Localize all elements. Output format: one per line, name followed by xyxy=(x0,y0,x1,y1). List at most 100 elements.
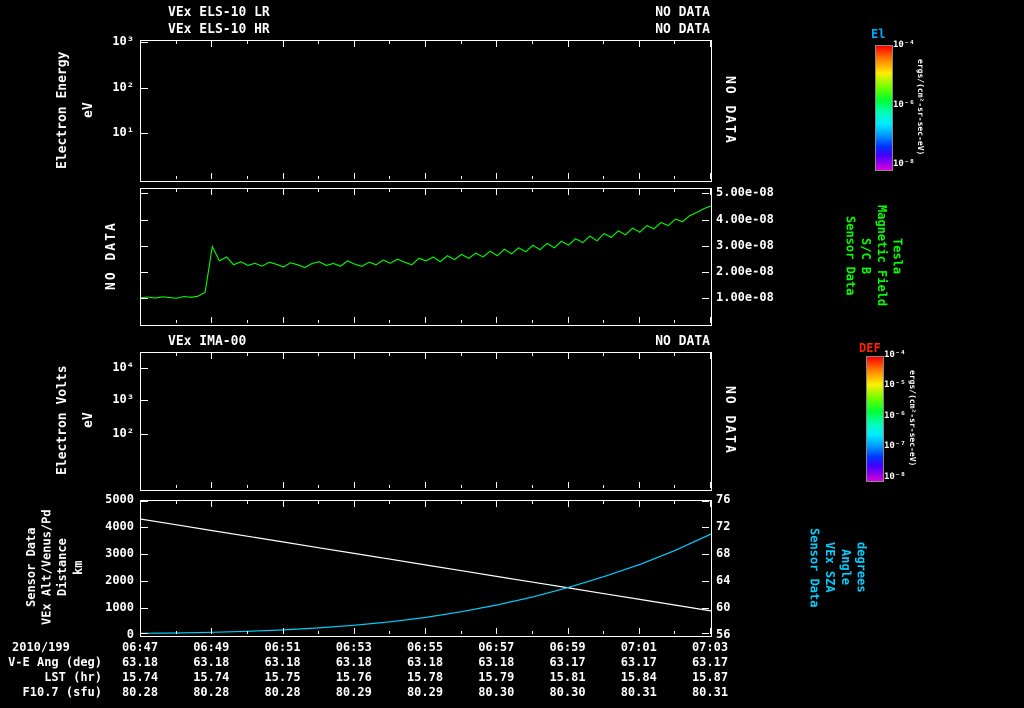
tick-mark xyxy=(354,317,355,323)
tick-mark xyxy=(141,368,148,369)
colorbar1-tick: 10⁻⁶ xyxy=(893,100,915,110)
alt-ytick: 1000 xyxy=(68,600,134,614)
tick-mark xyxy=(425,628,426,634)
sza-label-line3: Angle xyxy=(837,500,853,635)
tick-mark xyxy=(674,41,675,44)
ima-ytick: 10³ xyxy=(68,392,134,406)
tick-mark xyxy=(710,189,711,195)
tick-mark xyxy=(603,631,604,634)
tick-mark xyxy=(176,631,177,634)
tick-mark xyxy=(425,317,426,323)
xtick-label: 06:49 xyxy=(184,640,238,654)
table-cell: 80.29 xyxy=(327,685,381,699)
tick-mark xyxy=(141,527,148,528)
tick-mark xyxy=(568,501,569,507)
mag-ytick: 2.00e-08 xyxy=(716,264,796,278)
tick-mark xyxy=(532,189,533,192)
tick-mark xyxy=(674,320,675,323)
sza-ytick: 68 xyxy=(716,546,756,560)
tick-mark xyxy=(603,501,604,504)
tick-mark xyxy=(176,485,177,488)
tick-mark xyxy=(674,501,675,504)
alt-ytick: 0 xyxy=(68,627,134,641)
table-cell: 63.18 xyxy=(113,655,167,669)
tick-mark xyxy=(461,501,462,504)
tick-mark xyxy=(141,554,148,555)
ima-spectrogram-panel xyxy=(140,352,712,491)
tick-mark xyxy=(496,482,497,488)
ephemeris-panel xyxy=(140,500,712,637)
ima-ytick: 10² xyxy=(68,426,134,440)
tick-mark xyxy=(141,88,148,89)
ima-status: NO DATA xyxy=(560,334,710,349)
alt-ytick: 5000 xyxy=(68,492,134,506)
tick-mark xyxy=(141,133,148,134)
els-no-data-label: NO DATA xyxy=(722,40,742,180)
tick-mark xyxy=(389,41,390,44)
table-cell: 63.17 xyxy=(683,655,737,669)
eph-left-line2: VEx Alt/Venus/Pd xyxy=(40,500,56,635)
tick-mark xyxy=(318,485,319,488)
tick-mark xyxy=(389,353,390,356)
sza-ytick: 76 xyxy=(716,492,756,506)
colorbar2-unit: ergs/(cm²-sr-sec-eV) xyxy=(908,356,920,480)
tick-mark xyxy=(568,173,569,179)
tick-mark xyxy=(461,631,462,634)
table-cell: 15.78 xyxy=(398,670,452,684)
mag-field-line xyxy=(141,206,711,298)
table-cell: 15.84 xyxy=(612,670,666,684)
tick-mark xyxy=(603,485,604,488)
tick-mark xyxy=(318,631,319,634)
table-cell: 80.28 xyxy=(184,685,238,699)
tick-mark xyxy=(568,628,569,634)
xtick-label: 06:59 xyxy=(541,640,595,654)
tick-mark xyxy=(496,501,497,507)
xtick-label: 06:55 xyxy=(398,640,452,654)
tick-mark xyxy=(141,581,148,582)
table-cell: 63.17 xyxy=(612,655,666,669)
tick-mark xyxy=(141,246,148,247)
tick-mark xyxy=(354,628,355,634)
eph-left-line1: Sensor Data xyxy=(24,500,40,635)
table-cell: 63.18 xyxy=(469,655,523,669)
tick-mark xyxy=(140,173,141,179)
xtick-label: 06:47 xyxy=(113,640,167,654)
mag-label-line4: Tesla xyxy=(889,188,905,324)
els-spectrogram-panel xyxy=(140,40,712,182)
table-cell: 15.74 xyxy=(184,670,238,684)
table-cell: 80.30 xyxy=(541,685,595,699)
tick-mark xyxy=(532,631,533,634)
tick-mark xyxy=(247,320,248,323)
tick-mark xyxy=(247,485,248,488)
tick-mark xyxy=(318,41,319,44)
xtick-label: 06:53 xyxy=(327,640,381,654)
tick-mark xyxy=(639,189,640,195)
tick-mark xyxy=(318,353,319,356)
tick-mark xyxy=(425,41,426,47)
tick-mark xyxy=(532,353,533,356)
els-y-axis-label: Electron Energy eV xyxy=(50,40,106,180)
tick-mark xyxy=(211,189,212,195)
table-cell: 80.28 xyxy=(113,685,167,699)
tick-mark xyxy=(702,608,709,609)
tick-mark xyxy=(141,220,148,221)
tick-mark xyxy=(702,298,709,299)
tick-mark xyxy=(532,485,533,488)
tick-mark xyxy=(141,633,148,634)
tick-mark xyxy=(283,41,284,47)
tick-mark xyxy=(283,628,284,634)
sza-right-axis-label: Sensor Data VEx SZA Angle degrees xyxy=(806,500,870,635)
tick-mark xyxy=(674,176,675,179)
sza-ytick: 60 xyxy=(716,600,756,614)
tick-mark xyxy=(283,501,284,507)
tick-mark xyxy=(639,173,640,179)
tick-mark xyxy=(247,353,248,356)
els-lr-title: VEx ELS-10 LR xyxy=(168,5,270,20)
tick-mark xyxy=(141,501,148,502)
colorbar1-tick: 10⁻⁸ xyxy=(893,159,915,169)
tick-mark xyxy=(247,176,248,179)
table-cell: 15.81 xyxy=(541,670,595,684)
ephemeris-line-chart xyxy=(141,501,711,636)
tick-mark xyxy=(532,41,533,44)
tick-mark xyxy=(176,353,177,356)
